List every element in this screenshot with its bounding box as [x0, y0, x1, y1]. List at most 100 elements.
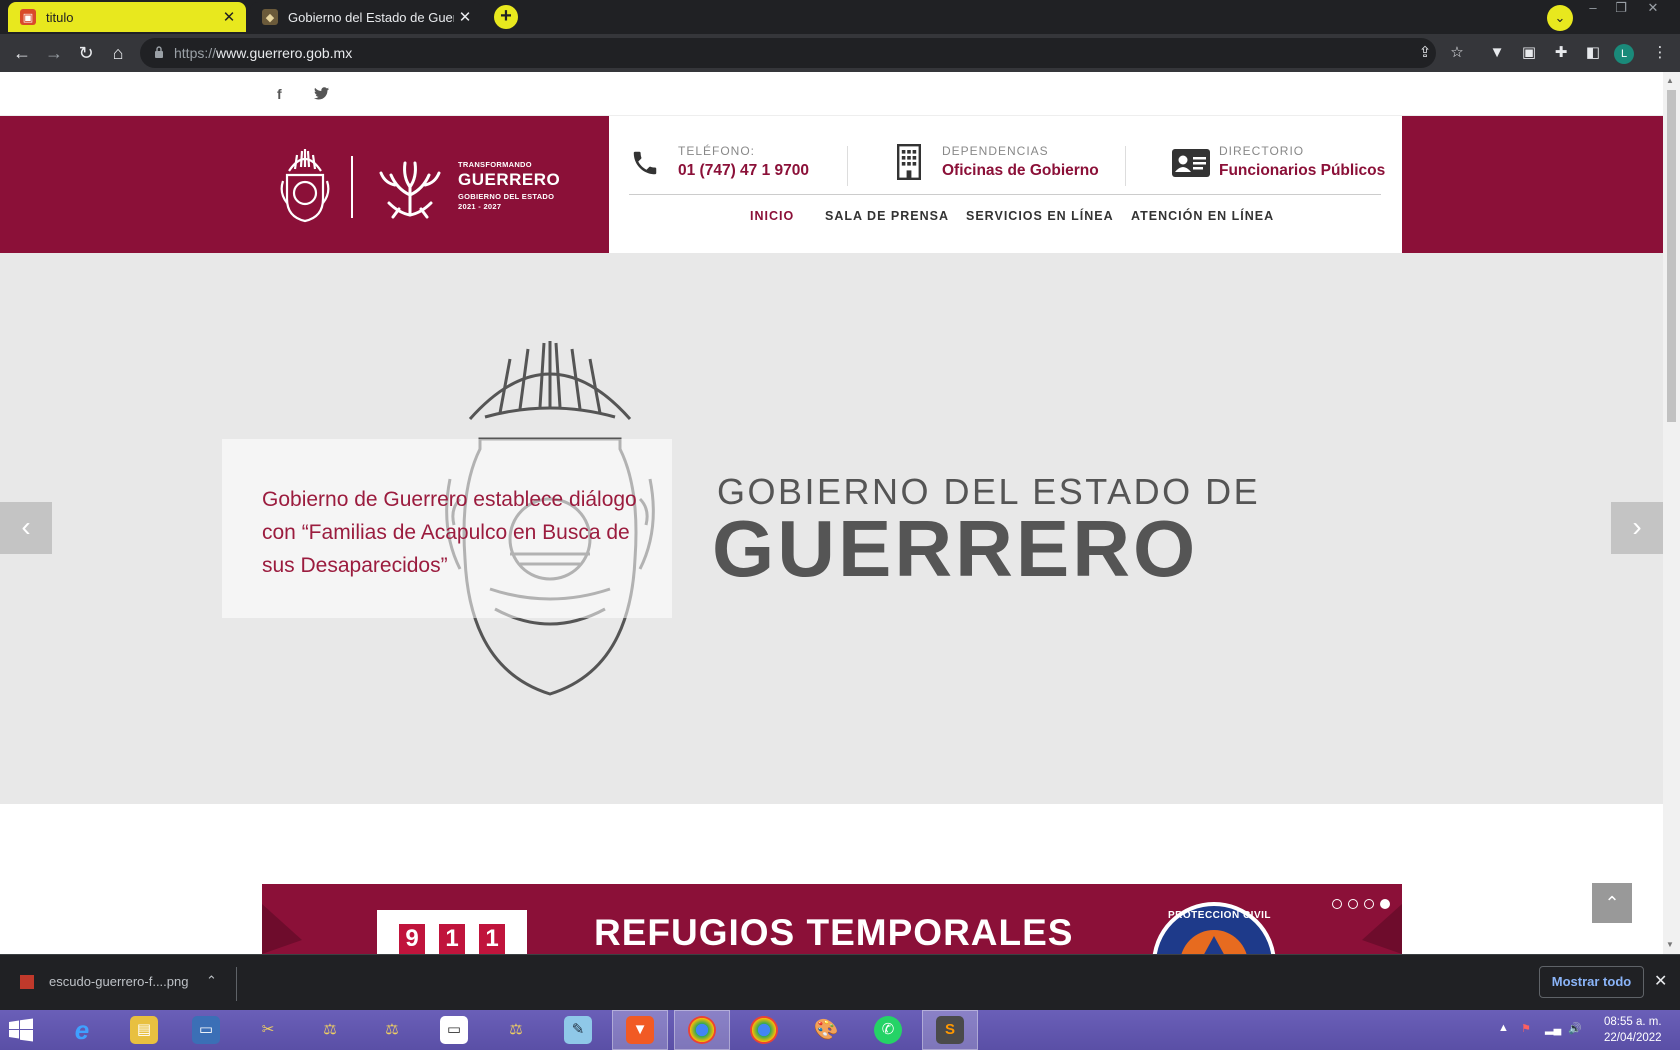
close-window-icon[interactable]: ✕: [1640, 0, 1666, 18]
browser-toolbar: ← → ↻ ⌂ https://www.guerrero.gob.mx ⇪ ☆ …: [0, 34, 1680, 72]
internet-explorer-icon[interactable]: e: [54, 1010, 110, 1050]
restore-icon[interactable]: ❐: [1608, 0, 1634, 18]
new-tab-button[interactable]: +: [494, 5, 518, 29]
header-separator: [629, 194, 1381, 195]
divider: [236, 967, 237, 1001]
clock-date: 22/04/2022: [1604, 1032, 1662, 1044]
volume-icon[interactable]: 🔊: [1568, 1022, 1582, 1035]
profile-avatar[interactable]: L: [1614, 44, 1634, 64]
network-computer-icon[interactable]: ▭: [178, 1010, 234, 1050]
logo-subtitle: GOBIERNO DEL ESTADO: [458, 192, 555, 201]
tab-search-chevron-icon[interactable]: ⌄: [1547, 5, 1573, 31]
contact-label: DEPENDENCIAS: [942, 144, 1049, 158]
site-logo[interactable]: TRANSFORMANDO GUERRERO GOBIERNO DEL ESTA…: [275, 144, 565, 224]
more-menu-icon[interactable]: ⋮: [1648, 41, 1672, 65]
bookmark-star-icon[interactable]: ☆: [1445, 41, 1469, 65]
extensions-puzzle-icon[interactable]: ✚: [1549, 41, 1573, 65]
contact-divider: [847, 146, 848, 186]
close-tab-icon[interactable]: ✕: [218, 8, 240, 26]
pagination-dot[interactable]: [1364, 899, 1374, 909]
scroll-up-icon[interactable]: ▲: [1666, 76, 1674, 85]
contact-value[interactable]: 01 (747) 47 1 9700: [678, 162, 809, 180]
close-tab-icon[interactable]: ✕: [454, 8, 476, 26]
system-clock[interactable]: 08:55 a. m. 22/04/2022: [1604, 1014, 1662, 1046]
emergency-911-badge: 9 1 1: [377, 910, 527, 954]
page-scrollbar[interactable]: ▲ ▼: [1663, 72, 1680, 954]
state-shield-icon: [280, 149, 330, 223]
tab-title: titulo: [46, 9, 74, 25]
tree-logo-icon: [379, 161, 441, 219]
social-bar: f: [0, 72, 1663, 116]
windows-start-icon[interactable]: [8, 1018, 34, 1042]
contact-value[interactable]: Oficinas de Gobierno: [942, 162, 1099, 180]
digit: 1: [439, 924, 465, 954]
logo-name: GUERRERO: [458, 170, 561, 189]
pagination-dot[interactable]: [1332, 899, 1342, 909]
site-header: TRANSFORMANDO GUERRERO GOBIERNO DEL ESTA…: [0, 116, 1663, 253]
file-explorer-icon[interactable]: ▤: [116, 1010, 172, 1050]
notepad-icon[interactable]: ✎: [550, 1010, 606, 1050]
contact-label: DIRECTORIO: [1219, 144, 1305, 158]
back-icon[interactable]: ←: [10, 41, 34, 65]
menu-atencion-en-linea[interactable]: ATENCIÓN EN LÍNEA: [1131, 209, 1274, 223]
home-icon[interactable]: ⌂: [106, 41, 130, 65]
scales-icon[interactable]: ⚖: [302, 1010, 358, 1050]
show-all-button[interactable]: Mostrar todo: [1539, 966, 1644, 998]
facebook-icon[interactable]: f: [277, 86, 282, 102]
contact-value[interactable]: Funcionarios Públicos: [1219, 162, 1385, 180]
download-shelf: escudo-guerrero-f....png ⌃ Mostrar todo …: [0, 954, 1680, 1010]
banner-corner-decoration: [1362, 904, 1402, 954]
network-signal-icon[interactable]: ▂▄: [1545, 1022, 1561, 1035]
document-window-icon[interactable]: ▭: [426, 1010, 482, 1050]
chevron-up-icon[interactable]: ⌃: [206, 973, 217, 989]
image-file-icon: [20, 975, 34, 989]
tab-gobierno[interactable]: ◆ Gobierno del Estado de Guerrero ✕: [250, 2, 482, 32]
news-caption[interactable]: Gobierno de Guerrero establece diálogo c…: [262, 483, 652, 582]
address-bar[interactable]: https://www.guerrero.gob.mx: [140, 38, 1436, 68]
close-icon[interactable]: ✕: [1654, 971, 1667, 991]
news-caption-box[interactable]: Gobierno de Guerrero establece diálogo c…: [222, 439, 672, 618]
digit: 9: [399, 924, 425, 954]
action-center-flag-icon[interactable]: ⚑: [1521, 1022, 1531, 1035]
menu-sala-de-prensa[interactable]: SALA DE PRENSA: [825, 209, 949, 223]
scrollbar-thumb[interactable]: [1667, 90, 1676, 422]
show-hidden-icons-chevron-icon[interactable]: ▲: [1498, 1022, 1509, 1034]
brave-browser-icon[interactable]: ▼: [612, 1010, 668, 1050]
pagination-dot[interactable]: [1348, 899, 1358, 909]
side-panel-icon[interactable]: ◧: [1581, 41, 1605, 65]
minimize-icon[interactable]: –: [1580, 0, 1606, 18]
banner-corner-decoration: [262, 904, 302, 954]
promo-banner[interactable]: 9 1 1 REFUGIOS TEMPORALES PROTECCION CIV…: [262, 884, 1402, 954]
tools-icon[interactable]: ✂: [240, 1010, 296, 1050]
scroll-to-top-button[interactable]: ⌃: [1592, 883, 1632, 923]
paint-icon[interactable]: 🎨: [798, 1010, 854, 1050]
logo-tagline: TRANSFORMANDO: [458, 160, 532, 169]
clock-time: 08:55 a. m.: [1604, 1016, 1662, 1028]
forward-icon[interactable]: →: [42, 41, 66, 65]
carousel-next-button[interactable]: ›: [1611, 502, 1663, 554]
url-text: https://www.guerrero.gob.mx: [174, 45, 353, 61]
extension-v-icon[interactable]: ▼: [1485, 41, 1509, 65]
banner-title: REFUGIOS TEMPORALES: [594, 912, 1074, 953]
tab-titulo[interactable]: ▣ titulo ✕: [8, 2, 246, 32]
pagination-dot-active[interactable]: [1380, 899, 1390, 909]
scales-icon[interactable]: ⚖: [488, 1010, 544, 1050]
download-filename[interactable]: escudo-guerrero-f....png: [49, 974, 188, 989]
scroll-down-icon[interactable]: ▼: [1666, 940, 1674, 949]
logo-divider: [351, 156, 353, 218]
carousel-prev-button[interactable]: ‹: [0, 502, 52, 554]
extension-image-icon[interactable]: ▣: [1517, 41, 1541, 65]
web-page: f TRANSFORMANDO GUERRERO GOBIERNO DEL ES…: [0, 72, 1663, 954]
reload-icon[interactable]: ↻: [74, 41, 98, 65]
menu-servicios-en-linea[interactable]: SERVICIOS EN LÍNEA: [966, 209, 1114, 223]
whatsapp-icon[interactable]: ✆: [860, 1010, 916, 1050]
id-card-icon: [1172, 149, 1210, 177]
chrome-profile-icon[interactable]: [674, 1010, 730, 1050]
sublime-text-icon[interactable]: S: [922, 1010, 978, 1050]
twitter-icon[interactable]: [314, 87, 329, 100]
scales-icon[interactable]: ⚖: [364, 1010, 420, 1050]
menu-inicio[interactable]: INICIO: [750, 209, 794, 223]
share-icon[interactable]: ⇪: [1413, 41, 1437, 65]
chrome-icon[interactable]: [736, 1010, 792, 1050]
logo-period: 2021 - 2027: [458, 202, 502, 211]
